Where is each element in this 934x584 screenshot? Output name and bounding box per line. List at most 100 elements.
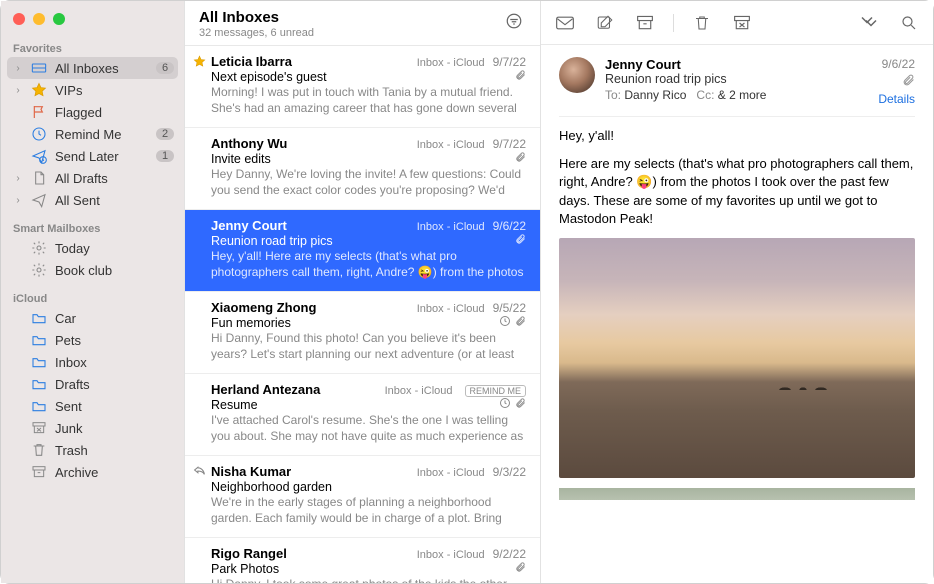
sidebar-item-label: Car xyxy=(55,311,174,326)
sidebar-item-car[interactable]: Car xyxy=(1,307,184,329)
window-controls xyxy=(1,9,184,39)
archive-button[interactable] xyxy=(633,12,657,34)
message-list[interactable]: Leticia Ibarra Inbox - iCloud 9/7/22Next e… xyxy=(185,46,540,583)
message-subject: Next episode's guest xyxy=(211,70,511,84)
message-sender: Leticia Ibarra xyxy=(211,54,417,69)
sidebar-item-trash[interactable]: Trash xyxy=(1,439,184,461)
trash-icon xyxy=(31,442,47,458)
chevron-right-icon: › xyxy=(13,63,23,74)
message-sender: Jenny Court xyxy=(211,218,417,233)
star-icon xyxy=(31,82,47,98)
sidebar-item-vips[interactable]: ›VIPs xyxy=(1,79,184,101)
message-preview: We're in the early stages of planning a … xyxy=(211,495,526,527)
replied-icon xyxy=(191,465,207,475)
avatar xyxy=(559,57,595,93)
mailbox-title: All Inboxes xyxy=(199,9,502,26)
sidebar-item-label: Sent xyxy=(55,399,174,414)
reader-subject: Reunion road trip pics xyxy=(605,72,868,86)
message-row[interactable]: Rigo RangelInbox - iCloud9/2/22Park Phot… xyxy=(185,538,540,583)
delete-button[interactable] xyxy=(690,12,714,34)
gear-icon xyxy=(31,240,47,256)
attachment-icon xyxy=(515,315,526,330)
sidebar-item-pets[interactable]: Pets xyxy=(1,329,184,351)
emoji-tongue-icon: 😜 xyxy=(636,174,652,189)
sidebar-item-all-inboxes[interactable]: ›All Inboxes6 xyxy=(7,57,178,79)
message-row[interactable]: Jenny CourtInbox - iCloud9/6/22Reunion r… xyxy=(185,210,540,292)
sidebar-item-junk[interactable]: Junk xyxy=(1,417,184,439)
message-row[interactable]: Anthony WuInbox - iCloud9/7/22Invite edi… xyxy=(185,128,540,210)
message-row[interactable]: Xiaomeng ZhongInbox - iCloud9/5/22Fun me… xyxy=(185,292,540,374)
attachment-photo[interactable] xyxy=(559,238,915,478)
sidebar-item-all-drafts[interactable]: › All Drafts xyxy=(1,167,184,189)
message-subject: Invite edits xyxy=(211,152,511,166)
message-sender: Nisha Kumar xyxy=(211,464,417,479)
minimize-window-button[interactable] xyxy=(33,13,45,25)
sidebar-item-label: All Sent xyxy=(55,193,174,208)
message-subject: Reunion road trip pics xyxy=(211,234,511,248)
reader-date: 9/6/22 xyxy=(878,57,915,71)
message-preview: Hey Danny, We're loving the invite! A fe… xyxy=(211,167,526,199)
sidebar-item-remind-me[interactable]: Remind Me2 xyxy=(1,123,184,145)
sidebar-section-icloud: iCloud xyxy=(1,289,184,307)
sidebar-item-today[interactable]: Today xyxy=(1,237,184,259)
reader-recipients: To: Danny Rico Cc: & 2 more xyxy=(605,88,868,102)
compose-button[interactable] xyxy=(593,12,617,34)
message-subject: Fun memories xyxy=(211,316,495,330)
attachment-icon xyxy=(515,233,526,248)
gear-icon xyxy=(31,262,47,278)
folder-icon xyxy=(31,376,47,392)
sidebar-item-book-club[interactable]: Book club xyxy=(1,259,184,281)
message-account: Inbox - iCloud xyxy=(385,385,453,397)
sendlater-icon xyxy=(31,148,47,164)
remind-me-badge: REMIND ME xyxy=(465,385,527,397)
message-sender: Rigo Rangel xyxy=(211,546,417,561)
message-account: Inbox - iCloud xyxy=(417,139,485,151)
clock-icon xyxy=(499,397,511,412)
sidebar-item-sent[interactable]: Sent xyxy=(1,395,184,417)
sidebar-item-label: All Drafts xyxy=(55,171,174,186)
sidebar-item-drafts[interactable]: Drafts xyxy=(1,373,184,395)
message-date: 9/7/22 xyxy=(493,55,526,69)
sidebar-item-archive[interactable]: Archive xyxy=(1,461,184,483)
message-preview: Hi Danny, I took some great photos of th… xyxy=(211,577,526,583)
filter-button[interactable] xyxy=(502,9,526,33)
attachment-photo[interactable] xyxy=(559,488,915,500)
message-subject: Resume xyxy=(211,398,495,412)
sidebar-item-label: Archive xyxy=(55,465,174,480)
sidebar-item-send-later[interactable]: Send Later1 xyxy=(1,145,184,167)
message-row[interactable]: Herland AntezanaInbox - iCloudREMIND MER… xyxy=(185,374,540,456)
reader-pane: Jenny Court Reunion road trip pics To: D… xyxy=(541,1,933,583)
message-row[interactable]: Leticia IbarraInbox - iCloud9/7/22Next e… xyxy=(185,46,540,128)
folder-icon xyxy=(31,354,47,370)
close-window-button[interactable] xyxy=(13,13,25,25)
sidebar-item-label: VIPs xyxy=(55,83,174,98)
details-button[interactable]: Details xyxy=(878,92,915,106)
attachment-icon xyxy=(515,561,526,576)
message-subject: Neighborhood garden xyxy=(211,480,526,494)
sidebar-item-all-sent[interactable]: ›All Sent xyxy=(1,189,184,211)
attachment-icon xyxy=(878,73,915,90)
sidebar-item-label: Flagged xyxy=(55,105,174,120)
folder-icon xyxy=(31,310,47,326)
sidebar-item-flagged[interactable]: Flagged xyxy=(1,101,184,123)
sidebar-section-smart: Smart Mailboxes xyxy=(1,219,184,237)
sidebar-item-label: Pets xyxy=(55,333,174,348)
sidebar-section-favorites: Favorites xyxy=(1,39,184,57)
more-button[interactable] xyxy=(857,12,881,34)
message-account: Inbox - iCloud xyxy=(417,303,485,315)
message-sender: Anthony Wu xyxy=(211,136,417,151)
unread-badge: 2 xyxy=(156,128,174,140)
zoom-window-button[interactable] xyxy=(53,13,65,25)
junk-icon xyxy=(31,420,47,436)
sidebar-item-label: Today xyxy=(55,241,174,256)
mark-read-button[interactable] xyxy=(553,12,577,34)
sidebar-item-label: Send Later xyxy=(55,149,148,164)
clock-icon xyxy=(499,315,511,330)
message-preview: Hey, y'all! Here are my selects (that's … xyxy=(211,249,526,281)
chevron-right-icon: › xyxy=(13,173,23,184)
sidebar-item-inbox[interactable]: Inbox xyxy=(1,351,184,373)
junk-button[interactable] xyxy=(730,12,754,34)
search-button[interactable] xyxy=(897,12,921,34)
attachment-icon xyxy=(515,69,526,84)
message-row[interactable]: Nisha KumarInbox - iCloud9/3/22Neighborh… xyxy=(185,456,540,538)
